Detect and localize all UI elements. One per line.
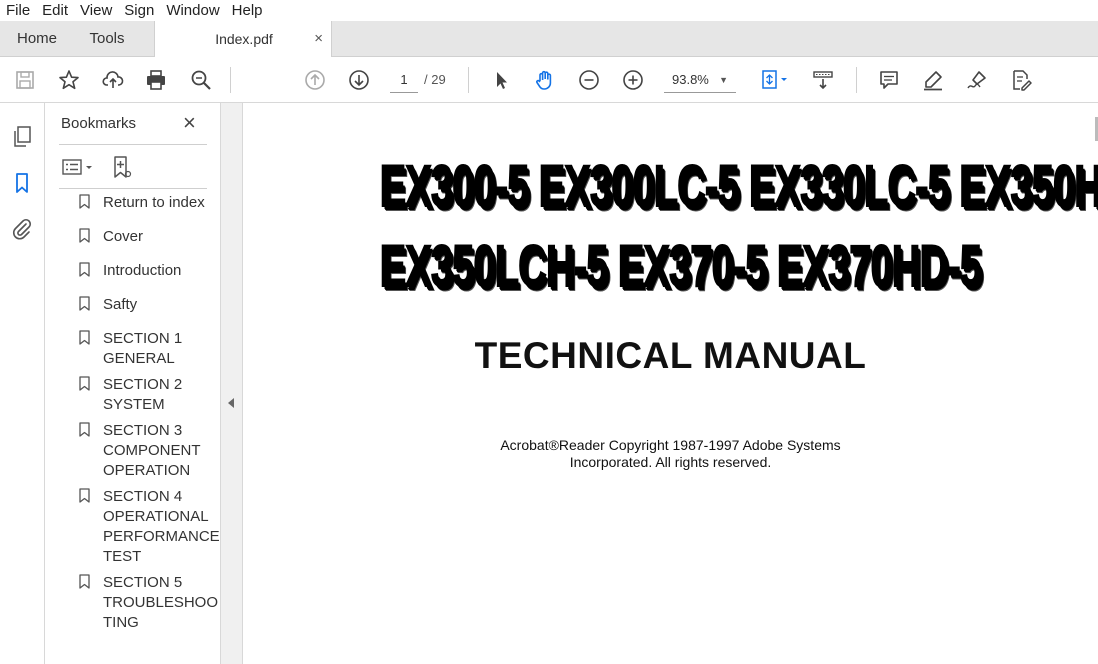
bookmark-label: OPERATIONAL [103, 508, 209, 525]
bookmark-options-icon[interactable] [61, 156, 97, 178]
bookmark-flag-icon [79, 376, 90, 391]
bookmark-label: SECTION 1 [103, 330, 183, 347]
bookmark-flag-icon [79, 296, 90, 311]
sign-icon[interactable] [964, 67, 990, 93]
panel-collapse-handle[interactable] [221, 103, 243, 664]
document-view[interactable]: EX300-5 EX300LC-5 EX330LC-5 EX350H-5 EX3… [243, 103, 1098, 664]
model-list-line-1: EX300-5 EX300LC-5 EX330LC-5 EX350H-5 [379, 153, 1098, 220]
bookmark-label: COMPONENT [103, 442, 201, 459]
new-bookmark-icon[interactable] [111, 155, 133, 179]
tab-document[interactable]: Index.pdf × [154, 21, 332, 57]
bookmark-label: SYSTEM [103, 396, 165, 413]
bookmark-item[interactable]: Safty [77, 295, 137, 315]
hand-icon[interactable] [532, 67, 558, 93]
fit-page-icon[interactable] [756, 67, 792, 93]
bookmark-flag-icon [79, 194, 90, 209]
zoom-out-icon[interactable] [576, 67, 602, 93]
chevron-left-icon [228, 398, 234, 408]
bookmark-label: SECTION 5 [103, 574, 183, 591]
bookmark-label: OPERATION [103, 462, 191, 479]
menu-file[interactable]: File [0, 0, 36, 21]
zoom-search-icon[interactable] [188, 67, 214, 93]
menu-window[interactable]: Window [160, 0, 225, 21]
bookmark-flag-icon [79, 262, 90, 277]
bookmark-item[interactable]: SECTION 3 COMPONENT OPERATION [77, 421, 201, 481]
model-list-line-2: EX350LCH-5 EX370-5 EX370HD-5 [379, 233, 982, 300]
menu-view[interactable]: View [74, 0, 118, 21]
bookmark-label: PERFORMANCE [103, 528, 220, 545]
bookmark-item[interactable]: Introduction [77, 261, 181, 281]
bookmarks-panel: Bookmarks × Return to index Cover Introduc… [45, 103, 221, 664]
print-icon[interactable] [143, 67, 169, 93]
bookmark-label: GENERAL [103, 350, 175, 367]
scroll-mode-icon[interactable] [810, 67, 836, 93]
tab-home[interactable]: Home [6, 21, 68, 57]
page-total: / 29 [424, 72, 446, 87]
divider [59, 144, 207, 145]
menu-edit[interactable]: Edit [36, 0, 74, 21]
pages-icon[interactable] [10, 125, 34, 149]
navigation-rail [0, 103, 45, 664]
bookmark-item[interactable]: SECTION 4 OPERATIONAL PERFORMANCE TEST [77, 487, 220, 567]
bookmark-flag-icon [79, 330, 90, 345]
bookmark-label: SECTION 2 [103, 376, 183, 393]
bookmark-label: Introduction [103, 262, 182, 279]
copyright-text: Acrobat®Reader Copyright 1987-1997 Adobe… [243, 437, 1098, 471]
copyright-line-2: Incorporated. All rights reserved. [569, 454, 772, 470]
bookmark-label: SECTION 4 [103, 488, 183, 505]
menu-help[interactable]: Help [226, 0, 269, 21]
bookmark-item[interactable]: SECTION 1 GENERAL [77, 329, 182, 369]
bookmark-icon[interactable] [10, 171, 34, 195]
tab-tools[interactable]: Tools [78, 21, 136, 57]
bookmark-flag-icon [79, 574, 90, 589]
edit-pdf-icon[interactable] [1008, 67, 1034, 93]
bookmark-label: SECTION 3 [103, 422, 183, 439]
attachment-icon[interactable] [10, 217, 34, 241]
bookmark-item[interactable]: Cover [77, 227, 143, 247]
bookmark-label: Return to index [103, 194, 205, 211]
bookmark-item[interactable]: SECTION 2 SYSTEM [77, 375, 182, 415]
divider [59, 188, 207, 189]
copyright-line-1: Acrobat®Reader Copyright 1987-1997 Adobe… [500, 437, 841, 453]
highlight-icon[interactable] [920, 67, 946, 93]
bookmark-label: TEST [103, 548, 142, 565]
bookmark-flag-icon [79, 228, 90, 243]
toolbar-separator [856, 67, 857, 93]
zoom-select[interactable]: 93.8% ▼ [664, 68, 736, 93]
bookmark-star-icon[interactable] [56, 67, 82, 93]
menu-sign[interactable]: Sign [118, 0, 160, 21]
bookmark-label: TROUBLESHOO [103, 594, 219, 611]
bookmark-flag-icon [79, 488, 90, 503]
menu-bar: File Edit View Sign Window Help [0, 0, 1098, 21]
page-up-icon[interactable] [302, 67, 328, 93]
bookmark-item[interactable]: Return to index [77, 193, 205, 213]
bookmark-label: TING [103, 614, 139, 631]
page-number-input[interactable]: 1 [390, 68, 418, 93]
bookmark-flag-icon [79, 422, 90, 437]
select-arrow-icon[interactable] [488, 67, 514, 93]
page-down-icon[interactable] [346, 67, 372, 93]
toolbar: 1 / 29 93.8% ▼ [0, 57, 1098, 103]
bookmark-item[interactable]: SECTION 5 TROUBLESHOO TING [77, 573, 218, 633]
comment-icon[interactable] [876, 67, 902, 93]
zoom-in-icon[interactable] [620, 67, 646, 93]
zoom-value: 93.8% [672, 72, 709, 87]
bookmark-label: Safty [103, 296, 138, 313]
tab-document-label: Index.pdf [215, 31, 273, 47]
toolbar-separator [468, 67, 469, 93]
tab-bar: Home Tools Index.pdf × [0, 21, 1098, 57]
close-icon[interactable]: × [183, 111, 196, 135]
chevron-down-icon: ▼ [719, 75, 728, 85]
document-title: TECHNICAL MANUAL [474, 335, 867, 376]
panel-title: Bookmarks [61, 115, 137, 132]
upload-icon[interactable] [100, 67, 126, 93]
bookmark-label: Cover [103, 228, 144, 245]
toolbar-separator [230, 67, 231, 93]
save-icon[interactable] [12, 67, 38, 93]
bookmark-tools [59, 153, 209, 181]
tab-close-icon[interactable]: × [314, 21, 323, 57]
